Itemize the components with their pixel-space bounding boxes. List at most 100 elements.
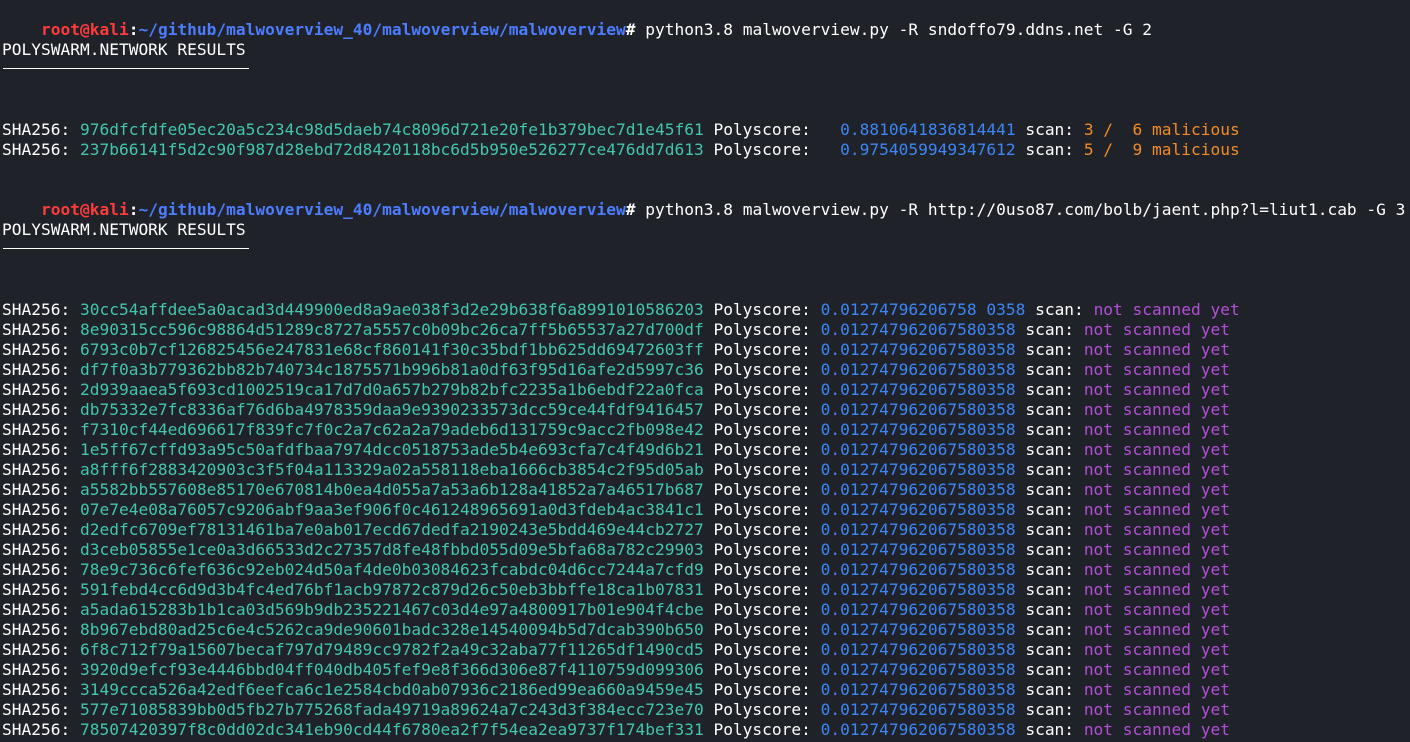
sha256-hash: db75332e7fc8336af76d6ba4978359daa9e93902… <box>79 400 704 419</box>
scan-label: scan: <box>1015 380 1084 399</box>
prompt-hash: # <box>625 200 636 219</box>
scan-label: scan: <box>1015 460 1084 479</box>
prompt-host: kali <box>89 20 129 39</box>
scan-status: not scanned yet <box>1083 660 1230 679</box>
sha-label: SHA256: <box>2 720 80 739</box>
result-row: SHA256: 237b66141f5d2c90f987d28ebd72d842… <box>2 140 1240 160</box>
sha256-hash: 78e9c736c6fef636c92eb024d50af4de0b030846… <box>79 560 704 579</box>
polyscore-value: 0.012747962067580358 <box>820 360 1016 379</box>
command-text: python3.8 malwoverview.py -R http://0uso… <box>635 200 1406 219</box>
prompt-hash: # <box>625 20 636 39</box>
scan-label: scan: <box>1015 560 1084 579</box>
sha256-hash: f7310cf44ed696617f839fc7f0c2a7c62a2a79ad… <box>79 420 704 439</box>
prompt-path: ~/github/malwoverview_40/malwoverview/ma… <box>138 20 626 39</box>
polyscore-label: Polyscore: <box>703 380 821 399</box>
scan-status: not scanned yet <box>1083 560 1230 579</box>
prompt-colon: : <box>128 20 139 39</box>
sha256-hash: d3ceb05855e1ce0a3d66533d2c27357d8fe48fbb… <box>79 540 704 559</box>
result-row: SHA256: 78507420397f8c0dd02dc341eb90cd44… <box>2 720 1230 740</box>
result-row: SHA256: 591febd4cc6d9d3b4fc4ed76bf1acb97… <box>2 580 1230 600</box>
result-row: SHA256: 6793c0b7cf126825456e247831e68cf8… <box>2 340 1230 360</box>
result-row: SHA256: 8e90315cc596c98864d51289c8727a55… <box>2 320 1230 340</box>
polyscore-value: 0.01274796206758 0358 <box>820 300 1026 319</box>
result-row: SHA256: f7310cf44ed696617f839fc7f0c2a7c6… <box>2 420 1230 440</box>
scan-status: not scanned yet <box>1083 700 1230 719</box>
polyscore-label: Polyscore: <box>703 640 821 659</box>
result-row: SHA256: d2edfc6709ef78131461ba7e0ab017ec… <box>2 520 1230 540</box>
sha256-hash: 30cc54affdee5a0acad3d449900ed8a9ae038f3d… <box>79 300 704 319</box>
polyscore-value: 0.012747962067580358 <box>820 640 1016 659</box>
sha256-hash: 78507420397f8c0dd02dc341eb90cd44f6780ea2… <box>79 720 704 739</box>
scan-label: scan: <box>1015 120 1084 139</box>
polyscore-label: Polyscore: <box>703 620 821 639</box>
scan-status: not scanned yet <box>1083 540 1230 559</box>
result-row: SHA256: 78e9c736c6fef636c92eb024d50af4de… <box>2 560 1230 580</box>
polyscore-value: 0.012747962067580358 <box>820 560 1016 579</box>
polyscore-value: 0.012747962067580358 <box>820 340 1016 359</box>
polyscore-label: Polyscore: <box>703 700 821 719</box>
command-text: python3.8 malwoverview.py -R sndoffo79.d… <box>635 20 1153 39</box>
scan-label: scan: <box>1015 440 1084 459</box>
scan-label: scan: <box>1015 480 1084 499</box>
scan-status: not scanned yet <box>1083 500 1230 519</box>
section-title-2: POLYSWARM.NETWORK RESULTS <box>2 220 246 239</box>
sha-label: SHA256: <box>2 680 80 699</box>
result-row: SHA256: 2d939aaea5f693cd1002519ca17d7d0a… <box>2 380 1230 400</box>
polyscore-label: Polyscore: <box>703 660 821 679</box>
sha256-hash: 976dfcfdfe05ec20a5c234c98d5daeb74c8096d7… <box>79 120 704 139</box>
scan-status: not scanned yet <box>1083 340 1230 359</box>
scan-label: scan: <box>1015 520 1084 539</box>
polyscore-value: 0.012747962067580358 <box>820 460 1016 479</box>
sha-label: SHA256: <box>2 480 80 499</box>
terminal-window[interactable]: root@kali:~/github/malwoverview_40/malwo… <box>0 0 1410 742</box>
polyscore-label: Polyscore: <box>703 500 821 519</box>
scan-status: not scanned yet <box>1083 620 1230 639</box>
scan-status: not scanned yet <box>1083 720 1230 739</box>
sha256-hash: 1e5ff67cffd93a95c50afdfbaa7974dcc0518753… <box>79 440 704 459</box>
scan-status: not scanned yet <box>1083 420 1230 439</box>
sha-label: SHA256: <box>2 600 80 619</box>
polyscore-label: Polyscore: <box>703 520 821 539</box>
sha-label: SHA256: <box>2 540 80 559</box>
scan-status: 5 / 9 malicious <box>1083 140 1240 159</box>
prompt-line-1: root@kali:~/github/malwoverview_40/malwo… <box>2 0 1152 39</box>
scan-label: scan: <box>1015 640 1084 659</box>
scan-status: not scanned yet <box>1093 300 1240 319</box>
prompt-host: kali <box>89 200 129 219</box>
sha-label: SHA256: <box>2 140 80 159</box>
sha256-hash: 577e71085839bb0d5fb27b775268fada49719a89… <box>79 700 704 719</box>
polyscore-label: Polyscore: <box>703 140 821 159</box>
polyscore-label: Polyscore: <box>703 120 821 139</box>
polyscore-label: Polyscore: <box>703 580 821 599</box>
sha256-hash: a8fff6f2883420903c3f5f04a113329a02a55811… <box>79 460 704 479</box>
result-row: SHA256: d3ceb05855e1ce0a3d66533d2c27357d… <box>2 540 1230 560</box>
polyscore-label: Polyscore: <box>703 720 821 739</box>
scan-label: scan: <box>1015 500 1084 519</box>
result-row: SHA256: 3149ccca526a42edf6eefca6c1e2584c… <box>2 680 1230 700</box>
scan-status: not scanned yet <box>1083 360 1230 379</box>
polyscore-label: Polyscore: <box>703 420 821 439</box>
scan-label: scan: <box>1015 700 1084 719</box>
polyscore-label: Polyscore: <box>703 600 821 619</box>
polyscore-value: 0.012747962067580358 <box>820 620 1016 639</box>
result-row: SHA256: a5ada615283b1b1ca03d569b9db23522… <box>2 600 1230 620</box>
sha-label: SHA256: <box>2 300 80 319</box>
prompt-at: @ <box>79 20 90 39</box>
polyscore-value: 0.012747962067580358 <box>820 440 1016 459</box>
sha256-hash: 6793c0b7cf126825456e247831e68cf860141f30… <box>79 340 704 359</box>
sha256-hash: 07e7e4e08a76057c9206abf9aa3ef906f0c46124… <box>79 500 704 519</box>
sha256-hash: 8e90315cc596c98864d51289c8727a5557c0b09b… <box>79 320 704 339</box>
polyscore-value: 0.012747962067580358 <box>820 600 1016 619</box>
result-row: SHA256: 8b967ebd80ad25c6e4c5262ca9de9060… <box>2 620 1230 640</box>
sha-label: SHA256: <box>2 560 80 579</box>
sha-label: SHA256: <box>2 400 80 419</box>
scan-label: scan: <box>1015 420 1084 439</box>
sha256-hash: d2edfc6709ef78131461ba7e0ab017ecd67dedfa… <box>79 520 704 539</box>
result-row: SHA256: db75332e7fc8336af76d6ba4978359da… <box>2 400 1230 420</box>
prompt-user: root <box>40 20 80 39</box>
result-row: SHA256: df7f0a3b779362bb82b740734c187557… <box>2 360 1230 380</box>
prompt-at: @ <box>79 200 90 219</box>
polyscore-value: 0.012747962067580358 <box>820 320 1016 339</box>
result-row: SHA256: 1e5ff67cffd93a95c50afdfbaa7974dc… <box>2 440 1230 460</box>
scan-label: scan: <box>1015 680 1084 699</box>
